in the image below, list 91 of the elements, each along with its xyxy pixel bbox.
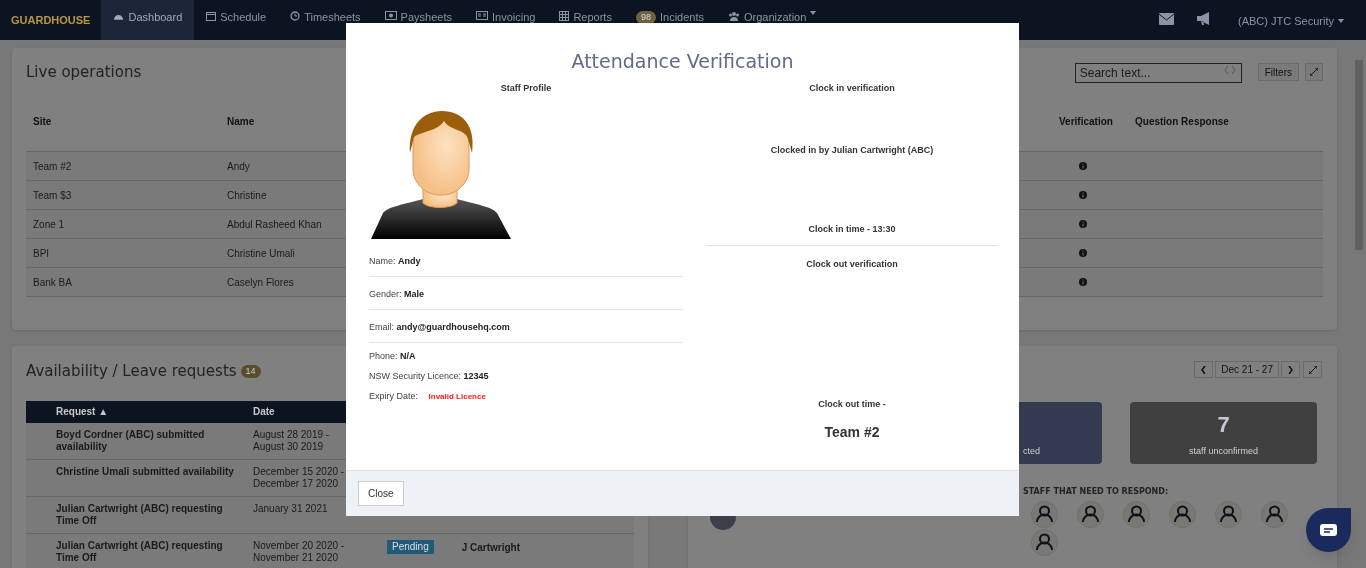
status-badge: Pending: [387, 539, 434, 554]
person-icon[interactable]: [1169, 501, 1196, 528]
caret-icon: [1338, 19, 1344, 24]
profile-field: Name: Andy: [369, 244, 683, 277]
expand-button[interactable]: [1303, 361, 1322, 378]
filters-button[interactable]: Filters: [1257, 63, 1299, 81]
info-icon[interactable]: [1079, 220, 1087, 228]
info-icon[interactable]: [1079, 249, 1087, 257]
profile-field: Email: andy@guardhousehq.com: [369, 310, 683, 343]
person-icon[interactable]: [1123, 501, 1150, 528]
person-icon[interactable]: [1077, 501, 1104, 528]
clock-icon: [290, 11, 301, 21]
chat-button[interactable]: [1306, 508, 1351, 552]
close-button[interactable]: Close: [358, 481, 404, 506]
caret-icon: [810, 11, 817, 15]
info-icon[interactable]: [1079, 162, 1087, 170]
account-menu[interactable]: (ABC) JTC Security: [1238, 13, 1344, 30]
table-cell-text: Team #2: [33, 159, 73, 174]
table-cell-text: Caselyn Flores: [227, 275, 295, 290]
nav-item[interactable]: Dashboard: [101, 0, 195, 40]
table-cell-text: Zone 1: [33, 217, 66, 232]
person-icon[interactable]: [1261, 501, 1288, 528]
chevron-left-icon: [1201, 365, 1207, 374]
table-cell-text: December 15 2020 - December 17 2020: [253, 465, 346, 490]
table-cell-text: January 31 2021: [253, 502, 329, 515]
site-name: Team #2: [823, 423, 881, 442]
table-cell-text: Christine: [227, 188, 268, 203]
column-header: Site: [33, 115, 53, 129]
column-header: Date: [253, 405, 275, 419]
nav-item[interactable]: Timesheets: [278, 0, 373, 40]
stat-label: staff unconfirmed: [1189, 444, 1258, 458]
info-icon[interactable]: [1079, 278, 1087, 286]
table-cell-text: Julian Cartwright (ABC) requesting Time Off: [56, 502, 224, 527]
banknote-icon: [384, 11, 397, 20]
nav-item[interactable]: Schedule: [194, 0, 279, 40]
app-logo[interactable]: GUARDHOUSE: [0, 0, 102, 29]
table-cell-text: Andy: [227, 159, 251, 174]
arrows-icon: [1223, 66, 1236, 74]
users-icon: [728, 11, 740, 21]
table-cell-text: November 20 2020 - November 21 2020: [253, 539, 346, 564]
info-icon[interactable]: [1079, 191, 1087, 199]
table-cell-text: August 28 2019 - August 30 2019: [253, 428, 331, 453]
expand-icon: [1308, 365, 1317, 374]
envelope-icon[interactable]: [1159, 13, 1175, 25]
table-cell-text: Team $3: [33, 188, 73, 203]
dialog-title: Attendance Verification: [570, 49, 795, 74]
card-title: Live operations: [26, 61, 142, 83]
search-field[interactable]: Search text...: [1074, 63, 1242, 83]
table-cell-text: Christine Umali submitted availability: [56, 465, 235, 478]
table-cell-text: BPI: [33, 246, 51, 261]
person-icon[interactable]: [1215, 501, 1242, 528]
nav-item[interactable]: Reports: [547, 0, 624, 40]
column-header: Question Response: [1135, 115, 1230, 129]
chevron-right-icon: [1288, 365, 1293, 374]
card-title: Availability / Leave requests: [26, 361, 237, 382]
table-cell-text: Boyd Cordner (ABC) submitted availability: [56, 428, 206, 453]
profile-field: Expiry Date: Invalid Licence: [369, 383, 683, 403]
table-cell-text: Bank BA: [33, 275, 73, 290]
previous-button[interactable]: [1194, 361, 1214, 378]
stat-label: cted: [1023, 444, 1040, 458]
table-cell-text: Julian Cartwright (ABC) requesting Time Off: [56, 539, 224, 564]
stat-value: 7: [1217, 410, 1230, 439]
column-header: Name: [227, 115, 256, 129]
section-label: STAFF THAT NEED TO RESPOND:: [1023, 486, 1170, 498]
table-icon: [559, 11, 570, 21]
nav-item[interactable]: Paysheets: [372, 0, 464, 40]
nav-item[interactable]: Invoicing: [464, 0, 548, 40]
person-icon[interactable]: [1031, 501, 1058, 528]
clock-in-time: Clock in time - 13:30: [706, 222, 998, 246]
table-cell-text: Abdul Rasheed Khan: [227, 217, 323, 232]
clock-out-time: Clock out time -: [817, 397, 887, 411]
profile-field: NSW Security Licence: 12345: [369, 363, 683, 383]
column-header[interactable]: Request ▲: [56, 404, 253, 419]
person-icon[interactable]: [1031, 529, 1058, 556]
count-badge: 14: [240, 364, 261, 378]
profile-field: Phone: N/A: [369, 343, 683, 363]
table-cell-text: J Cartwright: [461, 540, 521, 555]
next-button[interactable]: [1281, 361, 1300, 378]
date-range: Dec 21 - 27: [1215, 361, 1279, 378]
profile-field: Gender: Male: [369, 277, 683, 310]
expand-icon: [1310, 68, 1318, 76]
section-heading: Clock in verification: [808, 81, 896, 95]
clock-in-by: Clocked in by Julian Cartwright (ABC): [769, 144, 935, 157]
section-heading: Staff Profile: [499, 81, 553, 95]
invoice-icon: [476, 11, 488, 20]
expand-button[interactable]: [1305, 63, 1323, 81]
section-heading: Clock out verification: [805, 258, 899, 271]
column-header: Verification: [1059, 115, 1114, 129]
nav-item[interactable]: Organization: [716, 0, 829, 40]
chat-icon: [1320, 523, 1337, 537]
calendar-icon: [206, 11, 217, 21]
